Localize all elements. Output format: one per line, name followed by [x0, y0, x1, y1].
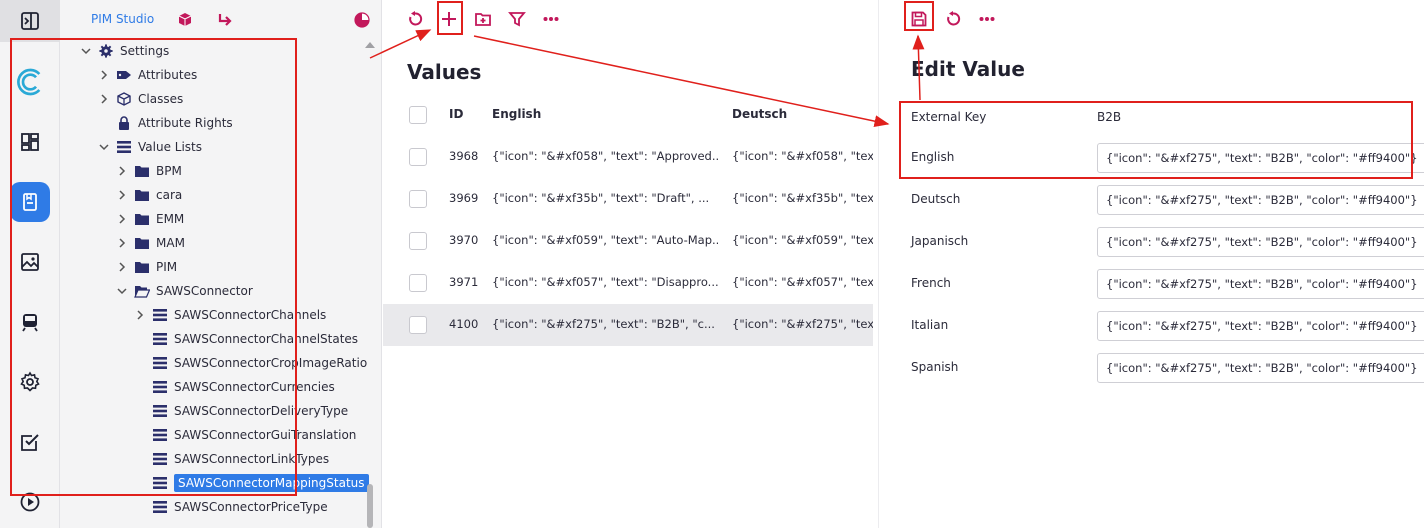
table-row[interactable]: 3968 {"icon": "&#xf058", "text": "Approve… [383, 136, 873, 178]
new-folder-icon [475, 13, 491, 26]
more-icon [543, 17, 559, 21]
values-table-header: ID English Deutsch [383, 102, 873, 128]
field-label-french: French [911, 276, 951, 290]
cell-id: 3971 [449, 275, 479, 289]
panel-toggle-icon [21, 12, 39, 30]
table-row[interactable]: 4100 {"icon": "&#xf275", "text": "B2B", "… [383, 304, 873, 346]
edit-highlight-box [899, 101, 1413, 179]
tree-scrollbar[interactable] [367, 484, 373, 528]
refresh-icon [947, 11, 961, 26]
list-icon [153, 501, 167, 513]
add-highlight-box [437, 1, 463, 35]
scroll-up-arrow[interactable] [365, 42, 375, 48]
cell-english: {"icon": "&#xf057", "text": "Disappro... [492, 275, 718, 289]
field-input-french[interactable]: {"icon": "&#xf275", "text": "B2B", "colo… [1097, 269, 1424, 299]
app-window: PIM Studio Settings Attributes Classes Attr… [0, 0, 1424, 528]
cell-id: 3968 [449, 149, 479, 163]
cell-english: {"icon": "&#xf275", "text": "B2B", "c... [492, 317, 715, 331]
tree-item-label: SAWSConnectorPriceType [174, 500, 328, 514]
field-input-spanish[interactable]: {"icon": "&#xf275", "text": "B2B", "colo… [1097, 353, 1424, 383]
more-button[interactable] [537, 5, 565, 33]
field-label-spanish: Spanish [911, 360, 959, 374]
cell-id: 3969 [449, 191, 479, 205]
field-label-italian: Italian [911, 318, 949, 332]
values-title: Values [407, 60, 482, 84]
column-header-deutsch[interactable]: Deutsch [732, 107, 787, 121]
cube-icon[interactable] [176, 11, 194, 29]
cell-deutsch: {"icon": "&#xf35b", "text [732, 191, 873, 205]
edit-panel: Edit Value External Key B2B English {"ico… [878, 0, 1424, 528]
cell-deutsch: {"icon": "&#xf058", "text [732, 149, 873, 163]
cell-english: {"icon": "&#xf058", "text": "Approved... [492, 149, 718, 163]
cell-id: 3970 [449, 233, 479, 247]
refresh-icon [409, 11, 423, 26]
edit-more-button[interactable] [973, 5, 1001, 33]
revert-button[interactable] [939, 5, 967, 33]
cell-english: {"icon": "&#xf35b", "text": "Draft", ... [492, 191, 710, 205]
studio-label[interactable]: PIM Studio [91, 12, 154, 26]
tree-highlight-box [10, 38, 297, 496]
table-row[interactable]: 3971 {"icon": "&#xf057", "text": "Disappr… [383, 262, 873, 304]
row-checkbox[interactable] [409, 316, 427, 334]
cell-english: {"icon": "&#xf059", "text": "Auto-Map... [492, 233, 718, 247]
save-highlight-box [904, 1, 934, 31]
tree-item-sawsconnectorpricetype[interactable]: SAWSConnectorPriceType [134, 496, 328, 518]
select-all-checkbox[interactable] [409, 106, 427, 124]
table-row[interactable]: 3969 {"icon": "&#xf35b", "text": "Draft",… [383, 178, 873, 220]
field-input-italian[interactable]: {"icon": "&#xf275", "text": "B2B", "colo… [1097, 311, 1424, 341]
tree-header: PIM Studio [60, 0, 382, 40]
table-row[interactable]: 3970 {"icon": "&#xf059", "text": "Auto-Ma… [383, 220, 873, 262]
row-checkbox[interactable] [409, 148, 427, 166]
share-icon[interactable] [216, 11, 234, 29]
row-checkbox[interactable] [409, 232, 427, 250]
field-input-japanisch[interactable]: {"icon": "&#xf275", "text": "B2B", "colo… [1097, 227, 1424, 257]
refresh-button[interactable] [401, 5, 429, 33]
field-label-japanisch: Japanisch [911, 234, 969, 248]
cell-deutsch: {"icon": "&#xf059", "text [732, 233, 873, 247]
column-header-id[interactable]: ID [449, 107, 463, 121]
edit-title: Edit Value [911, 57, 1025, 81]
cell-id: 4100 [449, 317, 479, 331]
new-folder-button[interactable] [469, 5, 497, 33]
values-panel: Values ID English Deutsch 3968 {"icon": "… [383, 0, 873, 528]
row-checkbox[interactable] [409, 190, 427, 208]
cell-deutsch: {"icon": "&#xf275", "text [732, 317, 873, 331]
values-toolbar [401, 0, 571, 38]
filter-button[interactable] [503, 5, 531, 33]
column-header-english[interactable]: English [492, 107, 541, 121]
field-label-deutsch: Deutsch [911, 192, 961, 206]
cell-deutsch: {"icon": "&#xf057", "text [732, 275, 873, 289]
filter-icon [508, 12, 526, 27]
row-checkbox[interactable] [409, 274, 427, 292]
more-icon [979, 17, 995, 21]
pie-chart-icon[interactable] [353, 11, 371, 29]
panel-toggle-button[interactable] [0, 0, 60, 42]
field-input-deutsch[interactable]: {"icon": "&#xf275", "text": "B2B", "colo… [1097, 185, 1424, 215]
